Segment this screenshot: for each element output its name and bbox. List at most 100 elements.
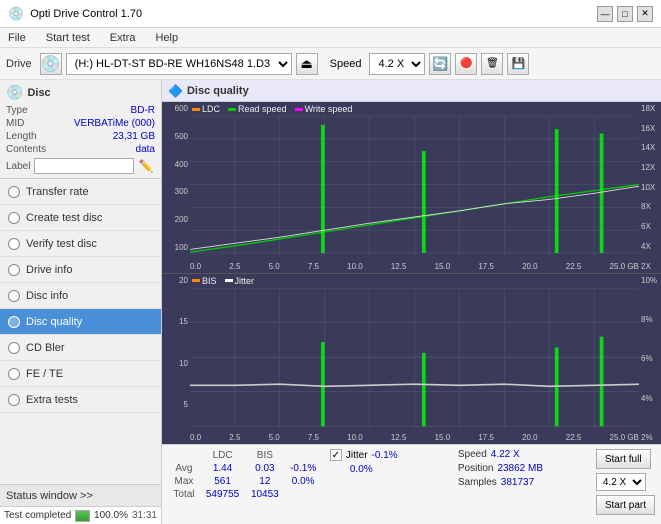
- position-val: 23862 MB: [497, 463, 543, 474]
- jitter-avg-val: -0.1%: [372, 450, 398, 461]
- nav-create-test-disc[interactable]: Create test disc: [0, 205, 161, 231]
- top-chart-x-axis: 0.0 2.5 5.0 7.5 10.0 12.5 15.0 17.5 20.0…: [190, 262, 639, 271]
- disc-length-row: Length 23,31 GB: [6, 130, 155, 143]
- speed-val: 4.22 X: [491, 449, 520, 460]
- app-title: Opti Drive Control 1.70: [30, 8, 142, 20]
- bottom-chart-x-axis: 0.0 2.5 5.0 7.5 10.0 12.5 15.0 17.5 20.0…: [190, 433, 639, 442]
- menu-help[interactable]: Help: [151, 31, 182, 45]
- position-static-label: Position: [458, 463, 494, 474]
- max-bis: 12: [245, 475, 284, 488]
- nav-icon-verify-test-disc: [8, 238, 20, 250]
- progress-pct: 100.0%: [94, 510, 128, 521]
- jitter-max-row: 0.0%: [330, 464, 450, 475]
- legend-bis: BIS: [192, 276, 217, 286]
- status-window-button[interactable]: Status window >>: [0, 484, 161, 506]
- total-label: Total: [168, 488, 200, 501]
- disc-quality-title: Disc quality: [187, 85, 249, 97]
- menu-extra[interactable]: Extra: [106, 31, 140, 45]
- sidebar: 💿 Disc Type BD-R MID VERBATiMe (000) Len…: [0, 80, 162, 524]
- top-chart: LDC Read speed Write speed 600 500 40: [162, 102, 661, 274]
- speed-row: Speed 4.22 X: [458, 449, 588, 460]
- nav-drive-info[interactable]: Drive info: [0, 257, 161, 283]
- disc-section-title: Disc: [27, 87, 50, 99]
- position-row: Position 23862 MB: [458, 463, 588, 474]
- toolbar: Drive 💿 (H:) HL-DT-ST BD-RE WH16NS48 1.D…: [0, 48, 661, 80]
- samples-val: 381737: [501, 477, 534, 488]
- disc-label-input[interactable]: [34, 158, 134, 174]
- total-jitter: [284, 488, 321, 501]
- start-part-button[interactable]: Start part: [596, 495, 655, 515]
- jitter-checkbox-row: ✓ Jitter -0.1%: [330, 449, 450, 461]
- label-edit-icon[interactable]: ✏️: [138, 159, 153, 173]
- max-ldc: 561: [200, 475, 245, 488]
- nav-icon-cd-bler: [8, 342, 20, 354]
- nav-icon-drive-info: [8, 264, 20, 276]
- top-chart-svg: [190, 116, 639, 257]
- nav-cd-bler[interactable]: CD Bler: [0, 335, 161, 361]
- top-chart-legend: LDC Read speed Write speed: [192, 104, 352, 114]
- disc-mid-row: MID VERBATiMe (000): [6, 117, 155, 130]
- samples-row: Samples 381737: [458, 477, 588, 488]
- jitter-checkbox[interactable]: ✓: [330, 449, 342, 461]
- progress-fill: [76, 511, 89, 521]
- top-chart-y-left: 600 500 400 300 200 100: [162, 102, 190, 273]
- progress-track: [75, 510, 90, 522]
- erase-button[interactable]: 🗑: [481, 53, 503, 75]
- minimize-button[interactable]: —: [597, 6, 613, 22]
- max-jitter: 0.0%: [284, 475, 321, 488]
- nav-disc-info[interactable]: Disc info: [0, 283, 161, 309]
- nav-icon-create-test-disc: [8, 212, 20, 224]
- drive-select[interactable]: (H:) HL-DT-ST BD-RE WH16NS48 1.D3: [66, 53, 292, 75]
- titlebar: 💿 Opti Drive Control 1.70 — □ ✕: [0, 0, 661, 28]
- drive-icon: 💿: [40, 53, 62, 75]
- avg-ldc: 1.44: [200, 462, 245, 475]
- nav-verify-test-disc[interactable]: Verify test disc: [0, 231, 161, 257]
- jitter-max-val: 0.0%: [350, 464, 373, 475]
- nav-icon-disc-info: [8, 290, 20, 302]
- progress-time: 31:31: [132, 510, 157, 521]
- menu-file[interactable]: File: [4, 31, 30, 45]
- drive-label: Drive: [6, 58, 32, 70]
- avg-label: Avg: [168, 462, 200, 475]
- nav-fe-te[interactable]: FE / TE: [0, 361, 161, 387]
- nav-items: Transfer rate Create test disc Verify te…: [0, 179, 161, 484]
- legend-ldc: LDC: [192, 104, 220, 114]
- nav-disc-quality[interactable]: Disc quality: [0, 309, 161, 335]
- speed-label: Speed: [330, 58, 362, 70]
- refresh-button[interactable]: 🔄: [429, 53, 451, 75]
- speed-dropdown-row: 4.2 X: [596, 473, 655, 491]
- nav-icon-extra-tests: [8, 394, 20, 406]
- disc-label-row: Label ✏️: [6, 158, 155, 174]
- nav-transfer-rate[interactable]: Transfer rate: [0, 179, 161, 205]
- menu-start-test[interactable]: Start test: [42, 31, 94, 45]
- nav-icon-transfer-rate: [8, 186, 20, 198]
- stats-row-avg: Avg 1.44 0.03 -0.1%: [168, 462, 322, 475]
- speed-static-label: Speed: [458, 449, 487, 460]
- eject-button[interactable]: ⏏: [296, 53, 318, 75]
- legend-read-speed: Read speed: [228, 104, 287, 114]
- progress-bar-container: Test completed 100.0% 31:31: [0, 506, 161, 524]
- top-chart-y-right: 18X 16X 14X 12X 10X 8X 6X 4X 2X: [639, 102, 661, 273]
- speed-pos-samples-col: Speed 4.22 X Position 23862 MB Samples 3…: [458, 449, 588, 520]
- start-full-button[interactable]: Start full: [596, 449, 651, 469]
- disc-quality-icon: 🔷: [168, 84, 183, 98]
- chart-area: LDC Read speed Write speed 600 500 40: [162, 102, 661, 444]
- save-button[interactable]: 💾: [507, 53, 529, 75]
- speed-select[interactable]: 4.2 X: [369, 53, 425, 75]
- nav-extra-tests[interactable]: Extra tests: [0, 387, 161, 413]
- maximize-button[interactable]: □: [617, 6, 633, 22]
- jitter-label: Jitter: [346, 450, 368, 461]
- stats-speed-select[interactable]: 4.2 X: [596, 473, 646, 491]
- bottom-chart-legend: BIS Jitter: [192, 276, 254, 286]
- total-ldc: 549755: [200, 488, 245, 501]
- close-button[interactable]: ✕: [637, 6, 653, 22]
- disc-quality-header: 🔷 Disc quality: [162, 80, 661, 102]
- bottom-chart-svg: [190, 288, 639, 429]
- col-ldc: LDC: [200, 449, 245, 462]
- burn-button[interactable]: 🔴: [455, 53, 477, 75]
- start-buttons: Start full 4.2 X Start part: [596, 449, 655, 520]
- bottom-chart-y-left: 20 15 10 5: [162, 274, 190, 445]
- titlebar-controls: — □ ✕: [597, 6, 653, 22]
- jitter-speed-col: ✓ Jitter -0.1% 0.0%: [330, 449, 450, 520]
- legend-jitter: Jitter: [225, 276, 255, 286]
